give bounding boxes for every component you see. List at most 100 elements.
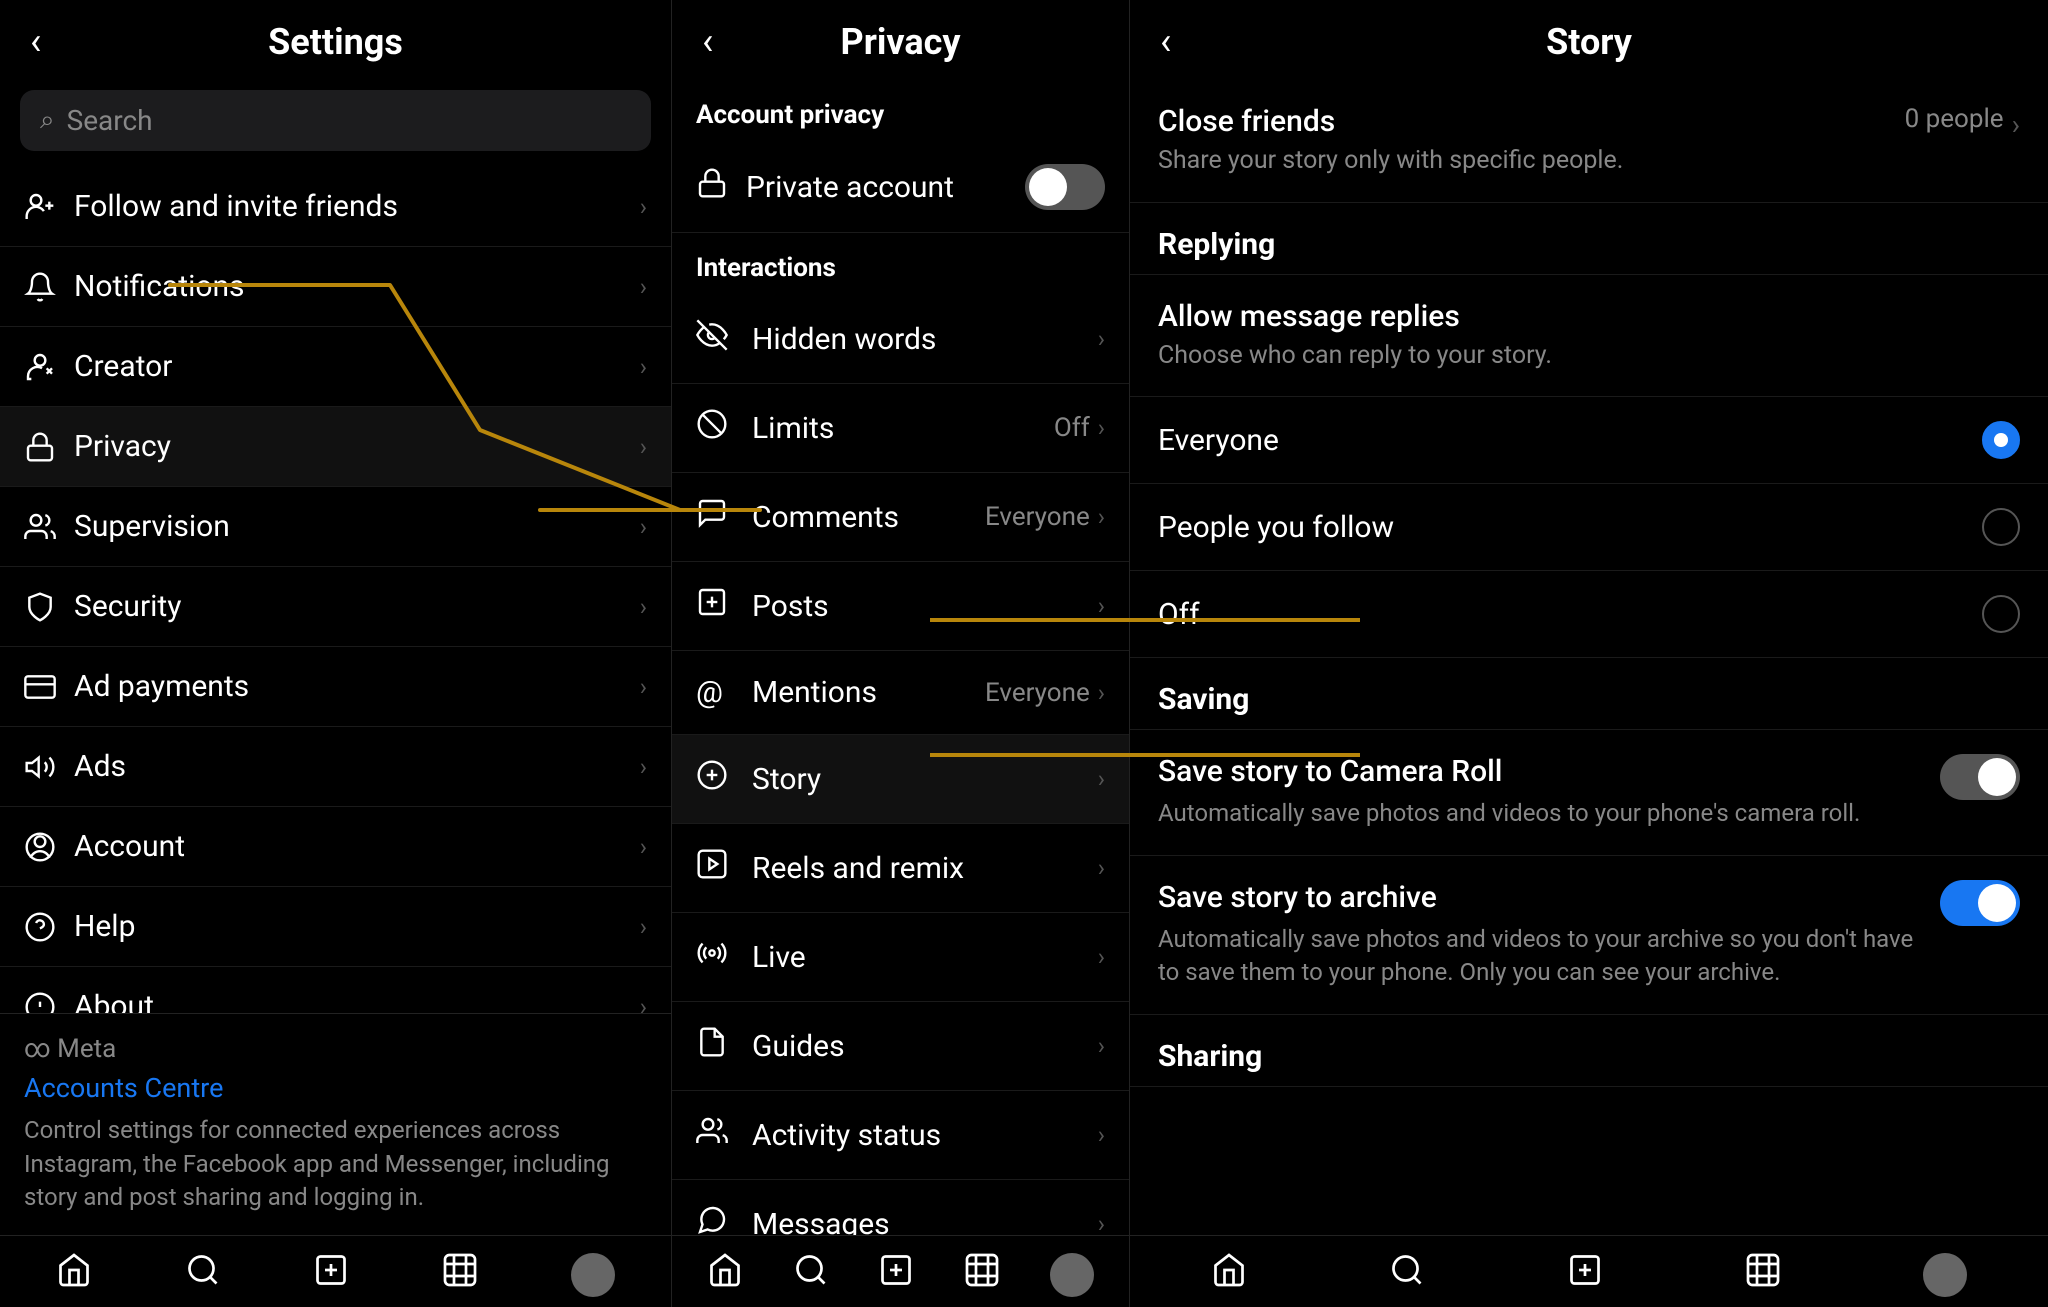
ads-chevron: › — [640, 753, 647, 781]
guides-label: Guides — [752, 1029, 1098, 1064]
allow-replies-item[interactable]: Allow message replies Choose who can rep… — [1130, 275, 2048, 398]
right-nav-profile-icon[interactable] — [1923, 1253, 1967, 1297]
right-nav-home-icon[interactable] — [1211, 1252, 1247, 1297]
save-archive-row[interactable]: Save story to archive Automatically save… — [1130, 856, 2048, 1015]
radio-off[interactable]: Off — [1130, 571, 2048, 658]
messages-item[interactable]: Messages › — [672, 1180, 1129, 1235]
radio-people-you-follow[interactable]: People you follow — [1130, 484, 2048, 571]
settings-item-follow[interactable]: Follow and invite friends › — [0, 167, 671, 247]
comments-item[interactable]: Comments Everyone › — [672, 473, 1129, 562]
save-archive-text: Save story to archive Automatically save… — [1158, 880, 1924, 990]
limits-item[interactable]: Limits Off › — [672, 384, 1129, 473]
settings-item-supervision[interactable]: Supervision › — [0, 487, 671, 567]
posts-chevron: › — [1098, 592, 1105, 620]
comments-value: Everyone — [985, 502, 1090, 532]
back-button[interactable]: ‹ — [30, 20, 41, 64]
ads-label: Ads — [74, 749, 640, 784]
settings-item-privacy[interactable]: Privacy › — [0, 407, 671, 487]
save-camera-toggle[interactable] — [1940, 754, 2020, 800]
about-label: About — [74, 989, 640, 1013]
account-label: Account — [74, 829, 640, 864]
mid-nav-search-icon[interactable] — [793, 1252, 829, 1297]
guides-chevron: › — [1098, 1032, 1105, 1060]
right-nav-create-icon[interactable] — [1567, 1252, 1603, 1297]
private-account-toggle[interactable] — [1025, 164, 1105, 210]
search-bar[interactable]: ⌕ Search — [20, 90, 651, 151]
close-friends-value: 0 people — [1905, 104, 2004, 134]
nav-home-icon[interactable] — [56, 1252, 92, 1297]
right-nav-reels-icon[interactable] — [1745, 1252, 1781, 1297]
mentions-chevron: › — [1098, 679, 1105, 707]
search-placeholder: Search — [67, 104, 153, 137]
live-item[interactable]: Live › — [672, 913, 1129, 1002]
privacy-panel: ‹ Privacy Account privacy Private accoun… — [672, 0, 1130, 1307]
save-archive-toggle[interactable] — [1940, 880, 2020, 926]
right-nav-search-icon[interactable] — [1389, 1252, 1425, 1297]
right-bottom-nav — [1130, 1235, 2048, 1307]
story-panel: ‹ Story Close friends Share your story o… — [1130, 0, 2048, 1307]
messages-icon — [696, 1204, 752, 1235]
radio-off-label: Off — [1158, 597, 1982, 632]
allow-replies-title: Allow message replies — [1158, 299, 2020, 334]
supervision-label: Supervision — [74, 509, 640, 544]
private-account-label: Private account — [746, 170, 1025, 205]
mentions-item[interactable]: @ Mentions Everyone › — [672, 651, 1129, 735]
privacy-chevron: › — [640, 433, 647, 461]
mentions-icon: @ — [696, 675, 752, 710]
settings-item-creator[interactable]: Creator › — [0, 327, 671, 407]
replying-section-label: Replying — [1130, 203, 2048, 275]
mid-nav-profile-icon[interactable] — [1050, 1253, 1094, 1297]
radio-people-circle[interactable] — [1982, 508, 2020, 546]
nav-reels-icon[interactable] — [442, 1252, 478, 1297]
story-header: ‹ Story — [1130, 0, 2048, 80]
settings-item-ads[interactable]: Ads › — [0, 727, 671, 807]
nav-profile-icon[interactable] — [571, 1253, 615, 1297]
reels-item[interactable]: Reels and remix › — [672, 824, 1129, 913]
hidden-words-icon — [696, 319, 752, 359]
story-back-button[interactable]: ‹ — [1160, 20, 1171, 64]
live-label: Live — [752, 940, 1098, 975]
settings-title: Settings — [268, 21, 403, 63]
radio-everyone[interactable]: Everyone — [1130, 397, 2048, 484]
limits-label: Limits — [752, 411, 1054, 446]
security-icon — [24, 591, 74, 623]
nav-search-icon[interactable] — [185, 1252, 221, 1297]
guides-item[interactable]: Guides › — [672, 1002, 1129, 1091]
creator-label: Creator — [74, 349, 640, 384]
privacy-icon — [24, 431, 74, 463]
settings-item-help[interactable]: Help › — [0, 887, 671, 967]
hidden-words-item[interactable]: Hidden words › — [672, 295, 1129, 384]
meta-logo: ∞ Meta — [24, 1034, 647, 1064]
messages-label: Messages — [752, 1207, 1098, 1236]
left-bottom-nav — [0, 1235, 671, 1307]
mid-nav-reels-icon[interactable] — [964, 1252, 1000, 1297]
radio-everyone-circle[interactable] — [1982, 421, 2020, 459]
settings-header: ‹ Settings — [0, 0, 671, 80]
help-chevron: › — [640, 913, 647, 941]
activity-item[interactable]: Activity status › — [672, 1091, 1129, 1180]
mid-nav-create-icon[interactable] — [878, 1252, 914, 1297]
settings-item-about[interactable]: About › — [0, 967, 671, 1013]
private-account-row[interactable]: Private account — [672, 142, 1129, 233]
accounts-centre-link[interactable]: Accounts Centre — [24, 1072, 647, 1104]
nav-create-icon[interactable] — [313, 1252, 349, 1297]
story-item[interactable]: Story › — [672, 735, 1129, 824]
posts-item[interactable]: Posts › — [672, 562, 1129, 651]
privacy-back-button[interactable]: ‹ — [702, 20, 713, 64]
ads-icon — [24, 751, 74, 783]
settings-item-account[interactable]: Account › — [0, 807, 671, 887]
supervision-chevron: › — [640, 513, 647, 541]
settings-item-ad-payments[interactable]: Ad payments › — [0, 647, 671, 727]
settings-item-notifications[interactable]: Notifications › — [0, 247, 671, 327]
save-camera-row[interactable]: Save story to Camera Roll Automatically … — [1130, 730, 2048, 856]
mid-nav-home-icon[interactable] — [707, 1252, 743, 1297]
radio-off-circle[interactable] — [1982, 595, 2020, 633]
creator-icon — [24, 351, 74, 383]
creator-chevron: › — [640, 353, 647, 381]
limits-value: Off — [1054, 413, 1090, 443]
help-label: Help — [74, 909, 640, 944]
settings-item-security[interactable]: Security › — [0, 567, 671, 647]
mentions-value: Everyone — [985, 678, 1090, 708]
activity-icon — [696, 1115, 752, 1155]
close-friends-item[interactable]: Close friends Share your story only with… — [1130, 80, 2048, 203]
